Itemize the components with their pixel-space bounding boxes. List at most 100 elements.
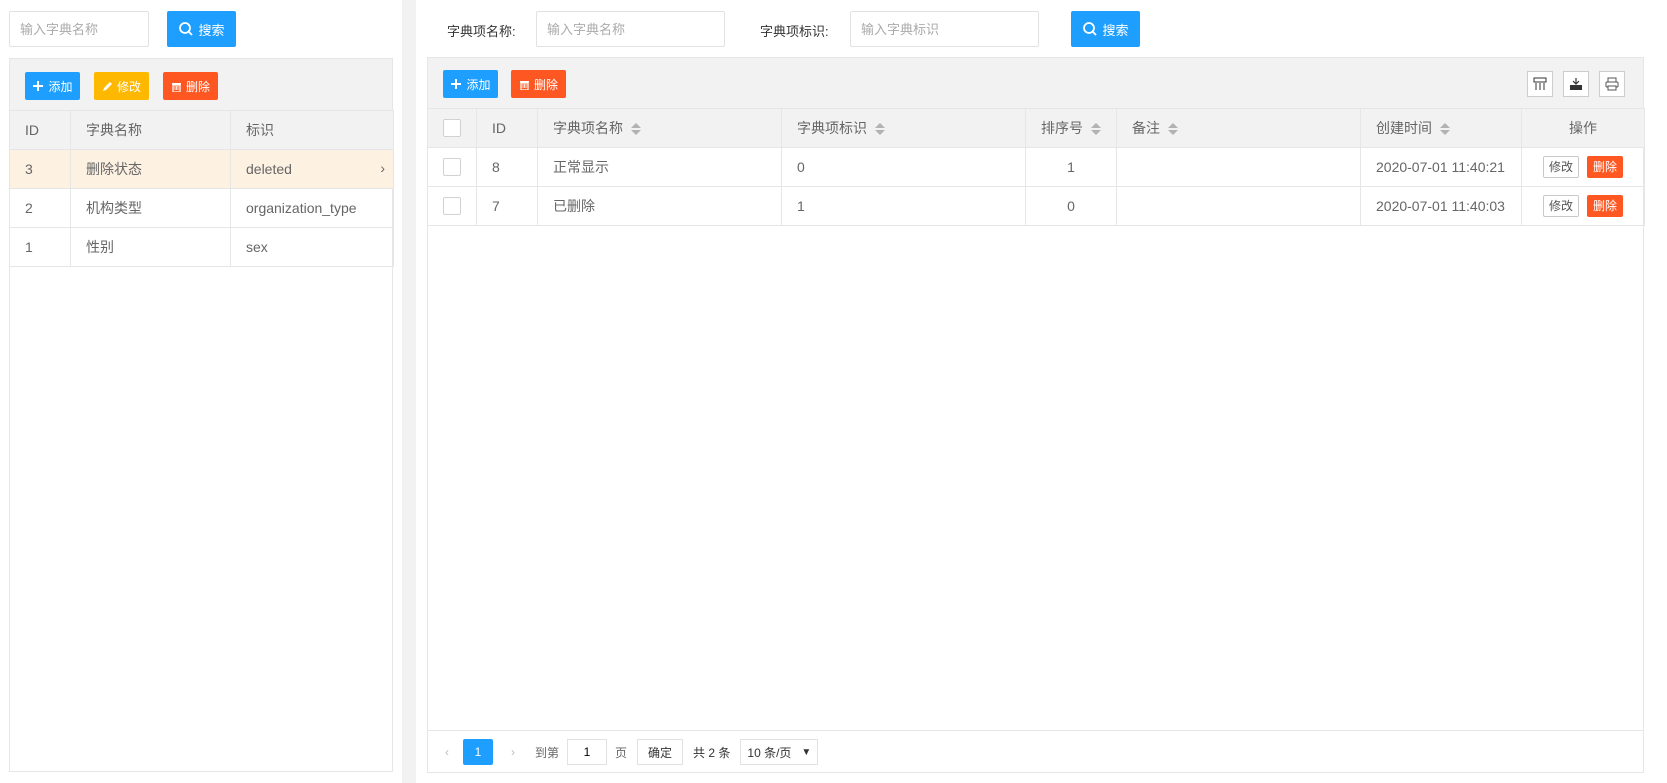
cell-code: 1	[781, 186, 1026, 226]
sort-icon[interactable]	[875, 122, 885, 136]
col-created-label: 创建时间	[1376, 120, 1432, 136]
row-checkbox[interactable]	[443, 197, 461, 216]
dict-delete-label: 删除	[185, 79, 210, 94]
caret-down-icon: ▼	[801, 746, 812, 758]
row-checkbox[interactable]	[443, 158, 461, 177]
item-table-header: ID 字典项名称 字典项标识 排序号 备注 创建时间 操作	[427, 108, 1645, 148]
cell-created: 2020-07-01 11:40:03	[1360, 186, 1522, 226]
page-size-select[interactable]: 10 条/页 ▼	[740, 739, 819, 765]
row-delete-button[interactable]: 删除	[1587, 195, 1624, 217]
cell-order: 0	[1025, 186, 1117, 226]
col-remark[interactable]: 备注	[1116, 108, 1361, 148]
cell-order: 1	[1025, 147, 1117, 187]
col-id: ID	[476, 108, 538, 148]
cell-id: 2	[9, 188, 71, 228]
cell-name: 性别	[70, 227, 231, 267]
search-icon	[1083, 22, 1098, 36]
goto-confirm-button[interactable]: 确定	[637, 739, 684, 765]
pagination: ‹ 1 › 到第 页 确定 共 2 条 10 条/页 ▼	[427, 730, 1644, 773]
item-code-label: 字典项标识:	[760, 24, 829, 39]
col-remark-label: 备注	[1132, 120, 1160, 136]
cell-id: 3	[9, 149, 71, 189]
cell-name: 机构类型	[70, 188, 231, 228]
cell-id: 8	[476, 147, 538, 187]
col-dict-code: 标识	[230, 110, 394, 150]
cell-remark	[1116, 186, 1361, 226]
dict-delete-button[interactable]: 删除	[163, 72, 218, 100]
plus-icon	[33, 81, 44, 91]
col-actions: 操作	[1521, 108, 1645, 148]
cell-code: deleted ›	[230, 149, 394, 189]
item-name-search-input[interactable]	[536, 11, 725, 47]
item-code-search-input[interactable]	[850, 11, 1039, 47]
cell-name: 正常显示	[537, 147, 782, 187]
col-created[interactable]: 创建时间	[1360, 108, 1522, 148]
page-size-value: 10 条/页	[747, 745, 792, 760]
total-count: 共 2 条	[693, 745, 731, 760]
col-item-name-label: 字典项名称	[553, 120, 623, 136]
cell-code: 0	[781, 147, 1026, 187]
col-item-code[interactable]: 字典项标识	[781, 108, 1026, 148]
item-delete-button[interactable]: 删除	[511, 70, 566, 98]
columns-filter-icon[interactable]	[1527, 71, 1553, 97]
row-delete-button[interactable]: 删除	[1587, 156, 1624, 178]
cell-actions: 修改 删除	[1521, 147, 1645, 187]
dict-edit-label: 修改	[116, 79, 141, 94]
dict-table: ID 字典名称 标识 3 删除状态 deleted › 2 机构类型 organ…	[9, 110, 394, 267]
search-icon	[179, 22, 194, 36]
chevron-right-icon: ›	[380, 160, 385, 176]
dict-search-button[interactable]: 搜索	[167, 11, 236, 47]
goto-label: 到第	[535, 745, 560, 760]
prev-page-icon[interactable]: ‹	[433, 739, 461, 765]
item-table: ID 字典项名称 字典项标识 排序号 备注 创建时间 操作 8 正常显示 0 1…	[427, 108, 1645, 226]
trash-icon	[519, 80, 529, 90]
cell-actions: 修改 删除	[1521, 186, 1645, 226]
dict-edit-button[interactable]: 修改	[94, 72, 149, 100]
row-edit-button[interactable]: 修改	[1542, 156, 1579, 178]
item-add-label: 添加	[466, 77, 491, 92]
sort-icon[interactable]	[1168, 122, 1178, 136]
current-page-button[interactable]: 1	[463, 739, 493, 765]
trash-icon	[171, 82, 181, 92]
pencil-icon	[102, 81, 112, 91]
sort-icon[interactable]	[631, 122, 641, 136]
item-table-row: 7 已删除 1 0 2020-07-01 11:40:03 修改 删除	[427, 186, 1645, 226]
cell-id: 1	[9, 227, 71, 267]
row-edit-button[interactable]: 修改	[1542, 195, 1579, 217]
sort-icon[interactable]	[1440, 122, 1450, 136]
col-order-label: 排序号	[1041, 120, 1083, 136]
dict-add-label: 添加	[48, 79, 73, 94]
item-search-button[interactable]: 搜索	[1071, 11, 1140, 47]
print-icon[interactable]	[1599, 71, 1625, 97]
dict-table-row[interactable]: 3 删除状态 deleted ›	[9, 149, 394, 189]
cell-name: 已删除	[537, 186, 782, 226]
dict-add-button[interactable]: 添加	[25, 72, 80, 100]
item-delete-label: 删除	[533, 77, 558, 92]
dict-search-label: 搜索	[198, 22, 225, 38]
goto-page-input[interactable]	[567, 739, 608, 765]
sort-icon[interactable]	[1091, 122, 1101, 136]
cell-code: organization_type	[230, 188, 394, 228]
next-page-icon[interactable]: ›	[499, 739, 527, 765]
select-all-cell	[427, 108, 477, 148]
select-all-checkbox[interactable]	[443, 119, 461, 138]
cell-remark	[1116, 147, 1361, 187]
plus-icon	[451, 79, 462, 89]
cell-code-text: deleted	[246, 161, 292, 177]
item-add-button[interactable]: 添加	[443, 70, 498, 98]
row-select-cell	[427, 186, 477, 226]
dict-table-header: ID 字典名称 标识	[9, 110, 394, 150]
dict-table-row[interactable]: 1 性别 sex	[9, 227, 394, 267]
dict-name-search-input[interactable]	[9, 11, 149, 47]
dict-table-row[interactable]: 2 机构类型 organization_type	[9, 188, 394, 228]
col-item-name[interactable]: 字典项名称	[537, 108, 782, 148]
export-icon[interactable]	[1563, 71, 1589, 97]
col-order[interactable]: 排序号	[1025, 108, 1117, 148]
cell-id: 7	[476, 186, 538, 226]
cell-code: sex	[230, 227, 394, 267]
item-table-row: 8 正常显示 0 1 2020-07-01 11:40:21 修改 删除	[427, 147, 1645, 187]
col-item-code-label: 字典项标识	[797, 120, 867, 136]
page-suffix-label: 页	[615, 745, 628, 760]
row-select-cell	[427, 147, 477, 187]
item-toolbar	[427, 57, 1644, 109]
